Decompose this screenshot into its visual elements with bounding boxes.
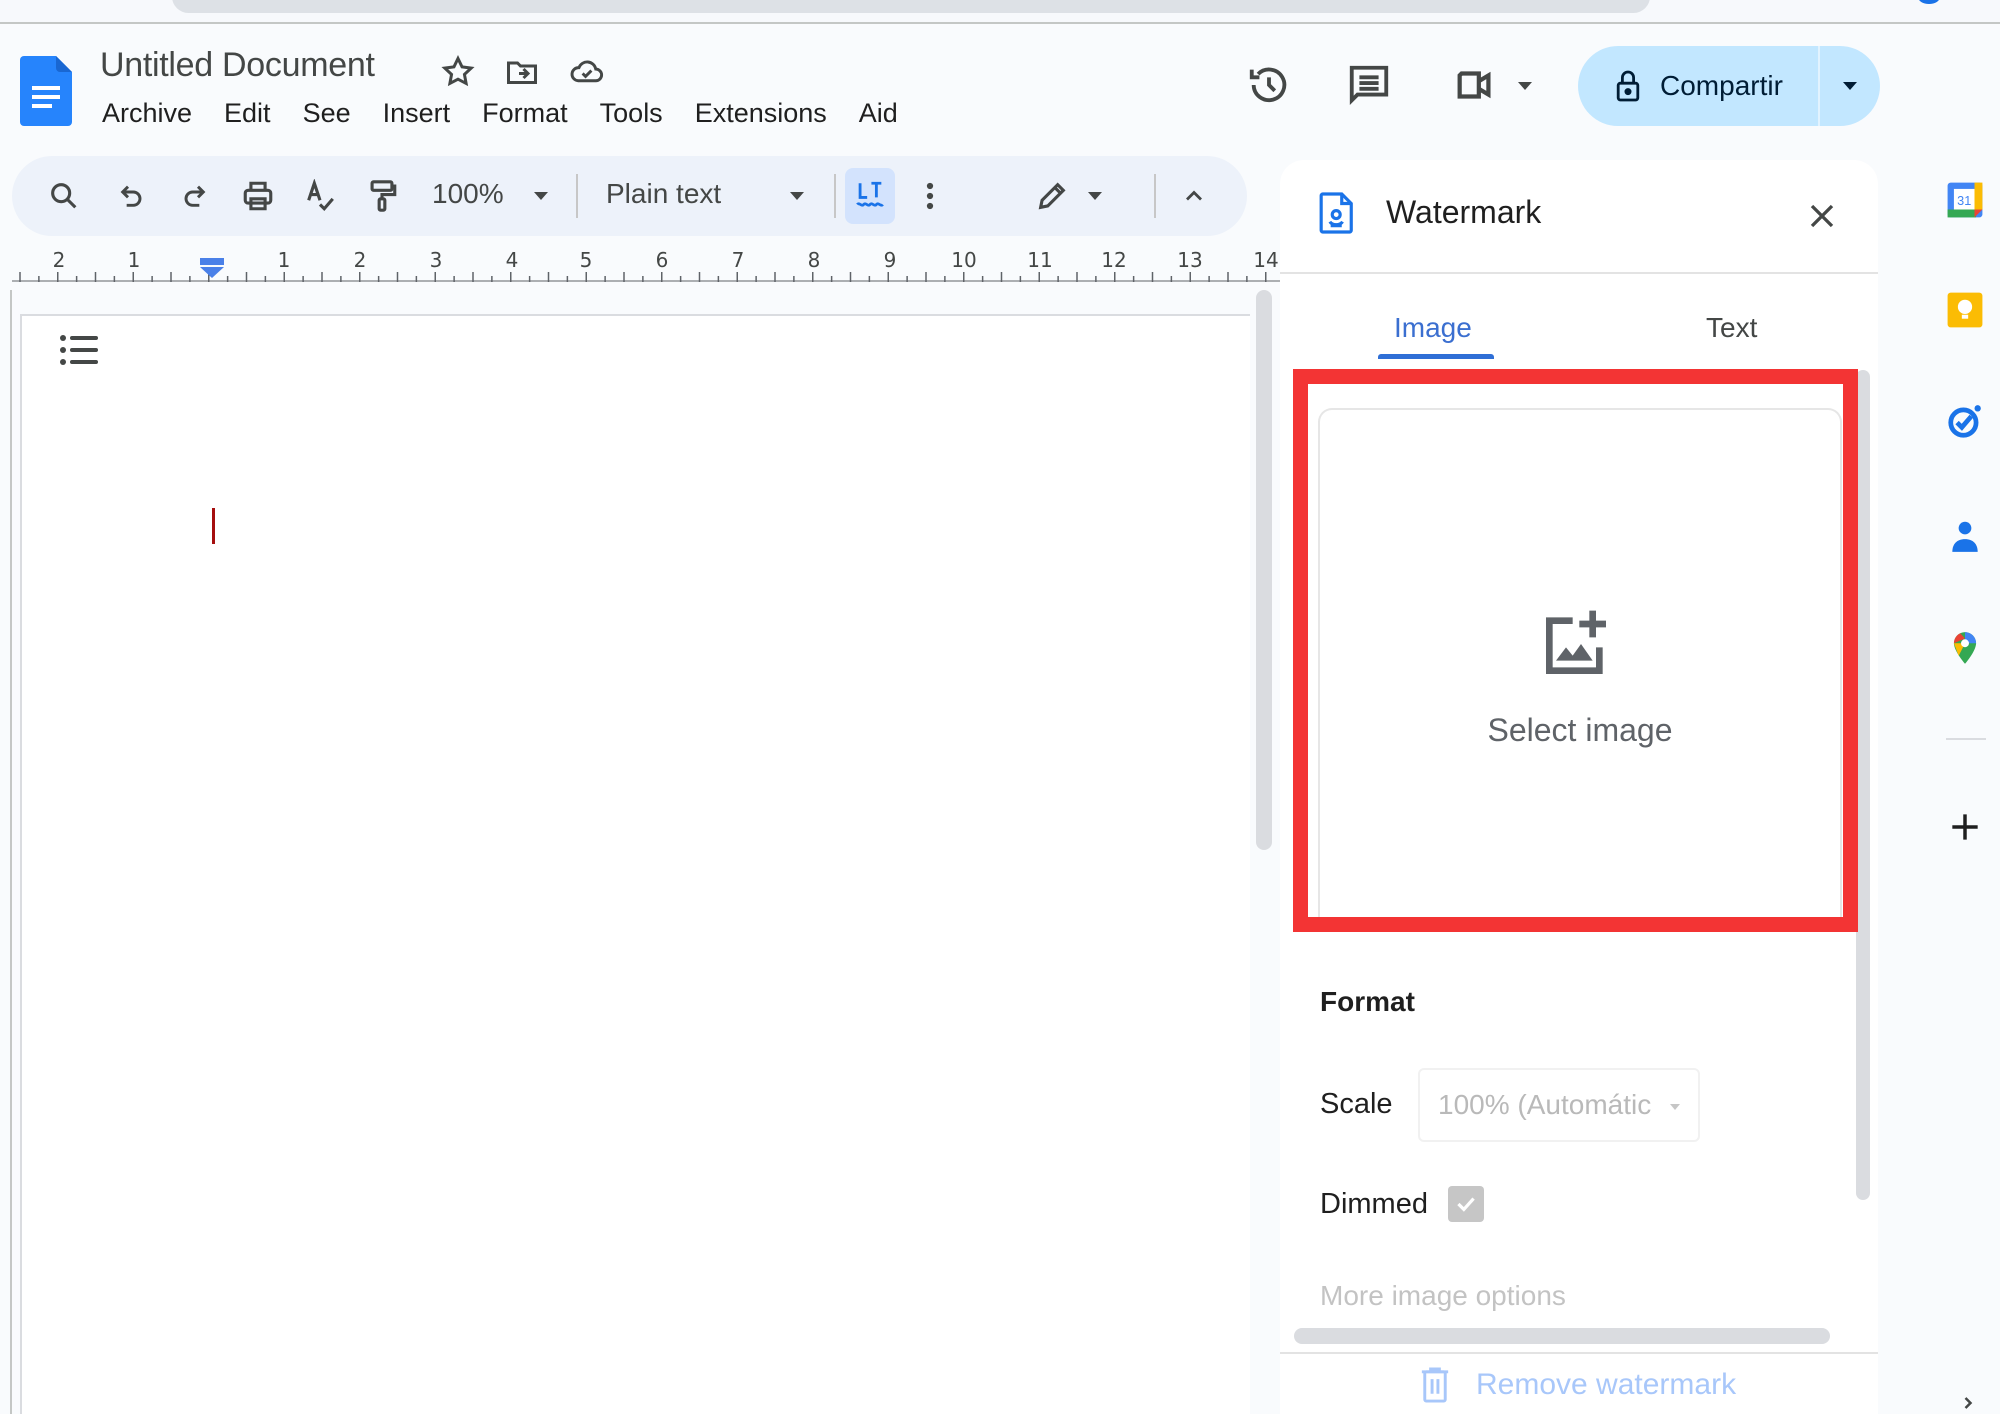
ruler-label: 2 [52, 248, 66, 272]
panel-title: Watermark [1386, 194, 1542, 230]
docs-logo-icon[interactable] [20, 56, 72, 126]
share-label: Compartir [1660, 70, 1783, 101]
expand-rail-chevron-icon[interactable] [1958, 1392, 1978, 1414]
menu-aid[interactable]: Aid [859, 98, 898, 129]
star-icon[interactable] [440, 54, 476, 90]
calendar-icon[interactable]: 31 [1946, 180, 1984, 220]
panel-scrollbar[interactable] [1856, 370, 1870, 1200]
ruler-label: 5 [579, 248, 593, 272]
tab-image[interactable]: Image [1394, 312, 1472, 344]
more-options-icon[interactable] [910, 176, 950, 216]
style-dropdown-caret[interactable] [790, 192, 804, 200]
vertical-ruler[interactable] [0, 290, 12, 1414]
panel-footer-divider [1280, 1352, 1878, 1354]
maps-icon[interactable] [1946, 628, 1984, 668]
spellcheck-icon[interactable] [300, 176, 340, 216]
scale-value: 100% (Automátic [1438, 1089, 1652, 1120]
highlight-box [1293, 369, 1858, 932]
tasks-icon[interactable] [1946, 402, 1984, 442]
ruler-label: 13 [1177, 248, 1203, 272]
ruler-label: 14 [1253, 248, 1279, 272]
ruler-label: 1 [277, 248, 291, 272]
panel-horizontal-scrollbar[interactable] [1294, 1328, 1830, 1344]
redo-icon[interactable] [174, 176, 214, 216]
more-image-options-link[interactable]: More image options [1320, 1280, 1566, 1312]
document-title[interactable]: Untitled Document [100, 46, 375, 85]
contacts-icon[interactable] [1946, 516, 1984, 556]
format-heading: Format [1320, 986, 1415, 1017]
ruler-label: 9 [883, 248, 897, 272]
ruler-label: 7 [731, 248, 745, 272]
undo-icon[interactable] [112, 176, 152, 216]
zoom-select[interactable]: 100% [432, 178, 504, 210]
cloud-saved-icon[interactable] [568, 54, 604, 90]
lock-icon [1616, 70, 1640, 102]
dimmed-label: Dimmed [1320, 1188, 1428, 1220]
address-bar[interactable] [172, 0, 1650, 13]
menu-extensions[interactable]: Extensions [695, 98, 827, 129]
ruler-label: 6 [655, 248, 669, 272]
toolbar-divider [834, 174, 836, 218]
menu-archive[interactable]: Archive [102, 98, 192, 129]
scale-select[interactable]: 100% (Automátic [1418, 1068, 1700, 1142]
ruler-label: 11 [1027, 248, 1053, 272]
zoom-dropdown-caret[interactable] [534, 192, 548, 200]
scale-label: Scale [1320, 1088, 1393, 1120]
paint-format-icon[interactable] [362, 176, 402, 216]
chevron-down-icon [1843, 82, 1857, 90]
close-icon[interactable] [1802, 196, 1842, 236]
menu-format[interactable]: Format [482, 98, 568, 129]
checkmark-icon [1457, 1197, 1475, 1212]
trash-icon [1421, 1367, 1449, 1403]
menu-bar: Archive Edit See Insert Format Tools Ext… [102, 98, 930, 129]
ruler-label: 10 [951, 248, 977, 272]
get-addons-plus-icon[interactable] [1946, 808, 1984, 846]
first-line-indent-marker[interactable] [200, 258, 224, 278]
share-dropdown-button[interactable] [1820, 46, 1880, 126]
ruler-label: 4 [505, 248, 519, 272]
menu-edit[interactable]: Edit [224, 98, 271, 129]
menu-tools[interactable]: Tools [600, 98, 663, 129]
menu-insert[interactable]: Insert [383, 98, 451, 129]
text-cursor [212, 508, 215, 544]
toolbar-divider [576, 174, 578, 218]
editing-mode-caret[interactable] [1088, 192, 1102, 200]
print-icon[interactable] [238, 176, 278, 216]
move-folder-icon[interactable] [504, 54, 540, 90]
ruler-label: 2 [353, 248, 367, 272]
document-page[interactable] [20, 314, 1250, 1414]
meet-dropdown-caret[interactable] [1518, 82, 1532, 90]
hide-menus-chevron-up-icon[interactable] [1174, 176, 1214, 216]
ruler-label: 8 [807, 248, 821, 272]
share-button-group: Compartir [1578, 46, 1880, 126]
panel-divider [1280, 272, 1878, 274]
chevron-down-icon [1670, 1104, 1680, 1110]
remove-watermark-button[interactable]: Remove watermark [1420, 1366, 1736, 1404]
version-history-icon[interactable] [1246, 62, 1292, 108]
comments-icon[interactable] [1346, 62, 1392, 108]
menu-see[interactable]: See [303, 98, 351, 129]
remove-watermark-label: Remove watermark [1476, 1368, 1737, 1401]
document-scrollbar[interactable] [1256, 290, 1272, 850]
meet-video-icon[interactable] [1452, 62, 1498, 108]
toolbar-divider [1154, 174, 1156, 218]
ruler-label: 12 [1101, 248, 1127, 272]
active-tab-indicator [1378, 354, 1494, 359]
document-outline-icon[interactable] [58, 330, 102, 370]
editing-mode-pencil-icon[interactable] [1032, 176, 1072, 216]
paragraph-style-select[interactable]: Plain text [606, 178, 721, 210]
watermark-doc-icon [1318, 190, 1356, 236]
share-button[interactable]: Compartir [1578, 46, 1820, 126]
ruler-label: 3 [429, 248, 443, 272]
keep-icon[interactable] [1946, 290, 1984, 330]
tab-text[interactable]: Text [1706, 312, 1757, 344]
search-menus-icon[interactable] [44, 176, 84, 216]
ruler-label: 1 [127, 248, 141, 272]
svg-text:31: 31 [1957, 194, 1971, 208]
rail-divider [1946, 738, 1986, 740]
language-tool-icon[interactable] [850, 176, 890, 216]
dimmed-checkbox[interactable] [1448, 1186, 1484, 1222]
